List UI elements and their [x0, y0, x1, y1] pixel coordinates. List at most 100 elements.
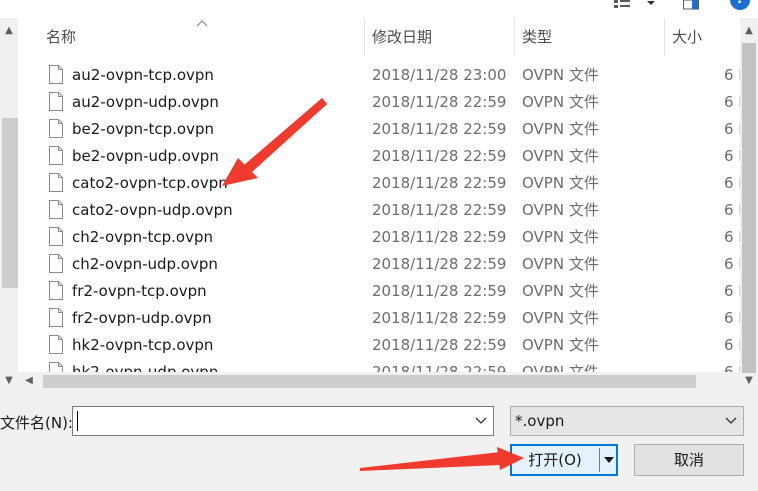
file-icon	[49, 227, 63, 246]
file-icon	[49, 173, 63, 192]
file-size: 6 K	[724, 363, 740, 372]
file-icon	[49, 65, 63, 84]
view-options-icon[interactable]	[614, 0, 630, 10]
column-header: 名称 修改日期 类型 大小	[18, 18, 740, 56]
scroll-up-arrow-icon[interactable]: ▲	[0, 22, 18, 40]
file-size: 6 K	[724, 174, 740, 192]
file-name: ch2-ovpn-udp.ovpn	[72, 255, 218, 273]
column-divider[interactable]	[514, 18, 515, 56]
file-size: 6 K	[724, 201, 740, 219]
file-size: 6 K	[724, 228, 740, 246]
red-arrow-to-open-button-icon	[360, 447, 524, 471]
file-row[interactable]: au2-ovpn-tcp.ovpn 2018/11/28 23:00 OVPN …	[18, 62, 740, 89]
text-caret	[77, 411, 78, 431]
file-type: OVPN 文件	[522, 309, 599, 327]
file-icon	[49, 281, 63, 300]
file-row[interactable]: be2-ovpn-tcp.ovpn 2018/11/28 22:59 OVPN …	[18, 116, 740, 143]
file-name: hk2-ovpn-udp.ovpn	[72, 363, 219, 372]
file-date: 2018/11/28 22:59	[372, 336, 507, 354]
chevron-down-icon[interactable]	[725, 416, 737, 426]
file-row[interactable]: au2-ovpn-udp.ovpn 2018/11/28 22:59 OVPN …	[18, 89, 740, 116]
file-row[interactable]: cato2-ovpn-tcp.ovpn 2018/11/28 22:59 OVP…	[18, 170, 740, 197]
file-size: 6 K	[724, 93, 740, 111]
scroll-up-arrow-icon[interactable]: ▲	[740, 22, 758, 40]
file-icon	[49, 146, 63, 165]
file-row[interactable]: hk2-ovpn-tcp.ovpn 2018/11/28 22:59 OVPN …	[18, 332, 740, 359]
column-size[interactable]: 大小	[672, 18, 702, 56]
filter-selected-value: *.ovpn	[515, 412, 565, 430]
file-type: OVPN 文件	[522, 228, 599, 246]
file-date: 2018/11/28 22:59	[372, 255, 507, 273]
cancel-button[interactable]: 取消	[634, 444, 744, 476]
file-type: OVPN 文件	[522, 66, 599, 84]
column-type[interactable]: 类型	[522, 18, 552, 56]
file-size: 6 K	[724, 66, 740, 84]
file-name: be2-ovpn-udp.ovpn	[72, 147, 219, 165]
file-size: 6 K	[724, 255, 740, 273]
file-name: be2-ovpn-tcp.ovpn	[72, 120, 214, 138]
file-size: 6 K	[724, 147, 740, 165]
file-icon	[49, 200, 63, 219]
chevron-down-icon[interactable]	[475, 416, 487, 426]
file-date: 2018/11/28 22:59	[372, 201, 507, 219]
preview-pane-icon[interactable]	[683, 0, 699, 10]
file-date: 2018/11/28 22:59	[372, 363, 507, 372]
file-size: 6 K	[724, 309, 740, 327]
file-type: OVPN 文件	[522, 147, 599, 165]
scroll-left-arrow-icon[interactable]: ◀	[20, 372, 38, 390]
file-date: 2018/11/28 22:59	[372, 228, 507, 246]
filename-label: 文件名(N):	[0, 414, 73, 432]
vertical-scroll-thumb[interactable]	[742, 43, 756, 373]
file-name: au2-ovpn-tcp.ovpn	[72, 66, 214, 84]
split-divider	[599, 448, 600, 472]
file-type: OVPN 文件	[522, 201, 599, 219]
column-name[interactable]: 名称	[46, 18, 76, 56]
file-icon	[49, 254, 63, 273]
file-date: 2018/11/28 22:59	[372, 93, 507, 111]
scroll-down-arrow-icon[interactable]: ▼	[0, 372, 18, 390]
file-type: OVPN 文件	[522, 363, 599, 372]
file-row[interactable]: ch2-ovpn-udp.ovpn 2018/11/28 22:59 OVPN …	[18, 251, 740, 278]
file-list-horizontal-scrollbar[interactable]: ◀	[18, 372, 740, 390]
file-list: 名称 修改日期 类型 大小 au2-ovpn-tcp.ovpn 2018/11/…	[18, 18, 740, 372]
file-name: au2-ovpn-udp.ovpn	[72, 93, 219, 111]
column-divider[interactable]	[664, 18, 665, 56]
file-row[interactable]: hk2-ovpn-udp.ovpn 2018/11/28 22:59 OVPN …	[18, 359, 740, 372]
file-name: fr2-ovpn-tcp.ovpn	[72, 282, 207, 300]
open-split-button[interactable]: 打开(O)	[510, 444, 618, 476]
file-type: OVPN 文件	[522, 255, 599, 273]
file-size: 6 K	[724, 282, 740, 300]
column-date[interactable]: 修改日期	[372, 18, 432, 56]
nav-pane-scrollbar[interactable]: ▲ ▼	[0, 18, 18, 390]
file-type: OVPN 文件	[522, 282, 599, 300]
file-size: 6 K	[724, 336, 740, 354]
file-name: ch2-ovpn-tcp.ovpn	[72, 228, 213, 246]
file-date: 2018/11/28 22:59	[372, 282, 507, 300]
file-row[interactable]: be2-ovpn-udp.ovpn 2018/11/28 22:59 OVPN …	[18, 143, 740, 170]
file-row[interactable]: fr2-ovpn-udp.ovpn 2018/11/28 22:59 OVPN …	[18, 305, 740, 332]
file-name: cato2-ovpn-tcp.ovpn	[72, 174, 228, 192]
filename-input[interactable]	[72, 406, 494, 436]
file-row[interactable]: cato2-ovpn-udp.ovpn 2018/11/28 22:59 OVP…	[18, 197, 740, 224]
file-date: 2018/11/28 22:59	[372, 309, 507, 327]
file-date: 2018/11/28 22:59	[372, 147, 507, 165]
column-divider[interactable]	[364, 18, 365, 56]
file-date: 2018/11/28 23:00	[372, 66, 507, 84]
nav-pane-scroll-thumb[interactable]	[2, 118, 18, 288]
scroll-down-arrow-icon[interactable]: ▼	[740, 372, 758, 390]
file-name: fr2-ovpn-udp.ovpn	[72, 309, 212, 327]
file-type-filter-select[interactable]: *.ovpn	[510, 406, 744, 436]
file-icon	[49, 119, 63, 138]
file-name: hk2-ovpn-tcp.ovpn	[72, 336, 214, 354]
open-button-label[interactable]: 打开(O)	[512, 446, 598, 474]
file-list-vertical-scrollbar[interactable]: ▲ ▼	[740, 18, 758, 390]
horizontal-scroll-thumb[interactable]	[43, 375, 696, 388]
file-row[interactable]: ch2-ovpn-tcp.ovpn 2018/11/28 22:59 OVPN …	[18, 224, 740, 251]
help-icon[interactable]: ?	[730, 0, 750, 10]
file-date: 2018/11/28 22:59	[372, 120, 507, 138]
caret-down-icon[interactable]	[603, 455, 615, 465]
file-date: 2018/11/28 22:59	[372, 174, 507, 192]
file-row[interactable]: fr2-ovpn-tcp.ovpn 2018/11/28 22:59 OVPN …	[18, 278, 740, 305]
chevron-down-icon[interactable]	[646, 0, 656, 10]
file-icon	[49, 335, 63, 354]
